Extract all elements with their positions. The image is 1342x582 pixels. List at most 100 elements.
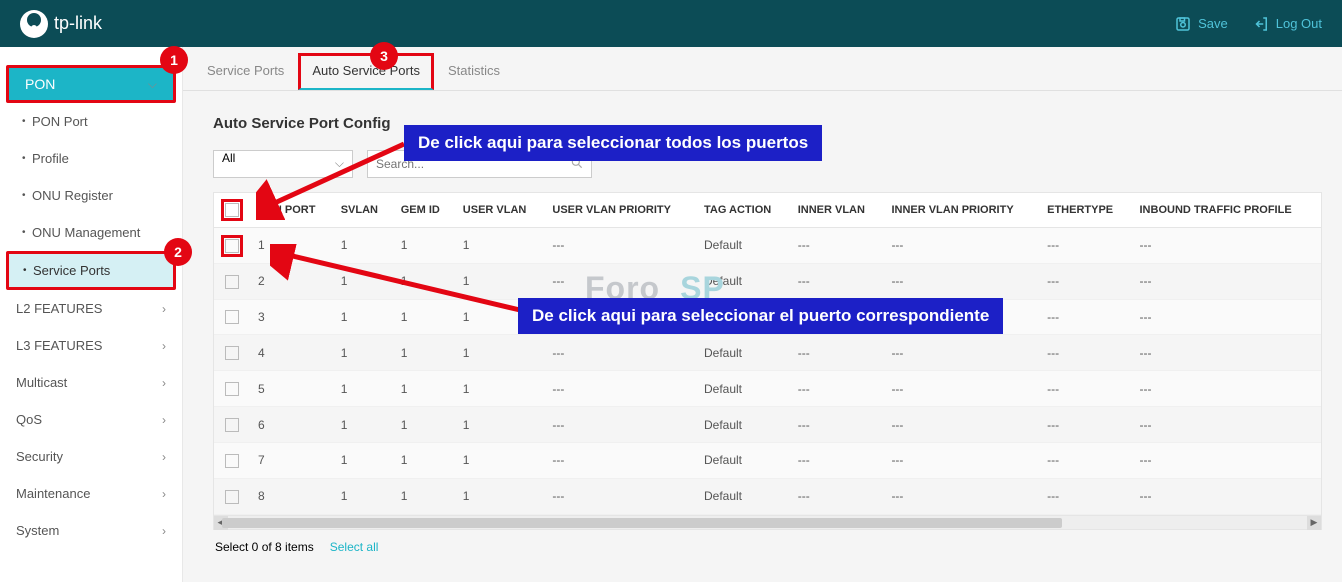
cell-ivp: ---	[883, 478, 1039, 514]
sidebar-item-pon-port[interactable]: PON Port	[6, 103, 176, 140]
sidebar-cat-maintenance[interactable]: Maintenance›	[0, 475, 182, 512]
sidebar: PON ⌵ PON PortProfileONU RegisterONU Man…	[0, 47, 183, 582]
cell-tag: Default	[696, 228, 790, 264]
chevron-right-icon: ›	[162, 339, 166, 353]
cell-uvp: ---	[544, 442, 696, 478]
cell-itp: ---	[1132, 442, 1322, 478]
tp-link-icon	[20, 10, 48, 38]
cell-tag: Default	[696, 335, 790, 371]
save-button[interactable]: Save	[1174, 15, 1228, 33]
row-checkbox[interactable]	[225, 239, 239, 253]
sidebar-cat-l2-features[interactable]: L2 FEATURES›	[0, 290, 182, 327]
sidebar-head-pon[interactable]: PON ⌵	[6, 65, 176, 103]
sidebar-cat-system[interactable]: System›	[0, 512, 182, 549]
cell-pon: 8	[250, 478, 333, 514]
sidebar-item-onu-register[interactable]: ONU Register	[6, 177, 176, 214]
chevron-down-icon: ⌵	[148, 77, 157, 92]
sidebar-item-profile[interactable]: Profile	[6, 140, 176, 177]
cell-itp: ---	[1132, 228, 1322, 264]
logout-button[interactable]: Log Out	[1252, 15, 1322, 33]
row-checkbox[interactable]	[225, 490, 239, 504]
annotation-badge-3: 3	[370, 42, 398, 70]
cell-pon: 6	[250, 407, 333, 443]
sidebar-cat-qos[interactable]: QoS›	[0, 401, 182, 438]
col-header[interactable]: INNER VLAN PRIORITY	[883, 193, 1039, 228]
select-all-link[interactable]: Select all	[330, 540, 379, 554]
row-checkbox[interactable]	[225, 346, 239, 360]
sidebar-cat-l3-features[interactable]: L3 FEATURES›	[0, 327, 182, 364]
cell-svlan: 1	[333, 478, 393, 514]
cell-ivlan: ---	[790, 478, 884, 514]
cell-tag: Default	[696, 263, 790, 299]
cell-uvlan: 1	[455, 442, 545, 478]
cell-ivlan: ---	[790, 407, 884, 443]
cell-eth: ---	[1039, 228, 1131, 264]
cell-eth: ---	[1039, 335, 1131, 371]
cell-uvlan: 1	[455, 478, 545, 514]
chevron-right-icon: ›	[162, 302, 166, 316]
cell-itp: ---	[1132, 299, 1322, 335]
cell-ivp: ---	[883, 442, 1039, 478]
annotation-badge-2: 2	[164, 238, 192, 266]
cell-eth: ---	[1039, 263, 1131, 299]
cell-eth: ---	[1039, 442, 1131, 478]
cell-tag: Default	[696, 442, 790, 478]
tab-service-ports[interactable]: Service Ports	[193, 53, 298, 90]
tab-auto-service-ports[interactable]: Auto Service Ports	[298, 53, 434, 90]
header-actions: Save Log Out	[1174, 15, 1322, 33]
sidebar-cat-security[interactable]: Security›	[0, 438, 182, 475]
cell-tag: Default	[696, 371, 790, 407]
col-header[interactable]: USER VLAN PRIORITY	[544, 193, 696, 228]
scroll-thumb[interactable]	[222, 518, 1062, 528]
row-checkbox[interactable]	[225, 454, 239, 468]
table-row: 7111---Default------------	[214, 442, 1321, 478]
cell-gem: 1	[393, 371, 455, 407]
table-footer: Select 0 of 8 items Select all	[213, 530, 1322, 564]
row-checkbox[interactable]	[225, 418, 239, 432]
cell-uvlan: 1	[455, 335, 545, 371]
row-checkbox[interactable]	[225, 382, 239, 396]
cell-ivp: ---	[883, 371, 1039, 407]
annotation-tooltip-2: De click aqui para seleccionar el puerto…	[518, 298, 1003, 334]
cell-ivlan: ---	[790, 371, 884, 407]
sidebar-cat-multicast[interactable]: Multicast›	[0, 364, 182, 401]
select-all-checkbox[interactable]	[225, 203, 239, 217]
cell-eth: ---	[1039, 478, 1131, 514]
cell-gem: 1	[393, 478, 455, 514]
col-header[interactable]: ETHERTYPE	[1039, 193, 1131, 228]
annotation-arrow-1	[256, 140, 416, 220]
cell-eth: ---	[1039, 371, 1131, 407]
col-header[interactable]: USER VLAN	[455, 193, 545, 228]
scroll-right-icon[interactable]: ▶	[1307, 516, 1321, 530]
col-header[interactable]: INNER VLAN	[790, 193, 884, 228]
cell-itp: ---	[1132, 335, 1322, 371]
cell-uvp: ---	[544, 335, 696, 371]
cell-svlan: 1	[333, 407, 393, 443]
cell-gem: 1	[393, 335, 455, 371]
row-checkbox[interactable]	[225, 310, 239, 324]
col-header[interactable]: INBOUND TRAFFIC PROFILE	[1132, 193, 1322, 228]
chevron-right-icon: ›	[162, 524, 166, 538]
table-row: 5111---Default------------	[214, 371, 1321, 407]
cell-ivlan: ---	[790, 263, 884, 299]
sidebar-item-service-ports[interactable]: Service Ports	[6, 251, 176, 290]
cell-itp: ---	[1132, 371, 1322, 407]
sidebar-head-label: PON	[25, 76, 55, 92]
cell-uvp: ---	[544, 478, 696, 514]
table-row: 8111---Default------------	[214, 478, 1321, 514]
sidebar-item-onu-management[interactable]: ONU Management	[6, 214, 176, 251]
col-header[interactable]: TAG ACTION	[696, 193, 790, 228]
row-checkbox[interactable]	[225, 275, 239, 289]
cell-uvp: ---	[544, 228, 696, 264]
chevron-right-icon: ›	[162, 487, 166, 501]
app-header: tp-link Save Log Out	[0, 0, 1342, 47]
horizontal-scrollbar[interactable]: ◀ ▶	[213, 516, 1322, 530]
cell-ivlan: ---	[790, 442, 884, 478]
cell-uvlan: 1	[455, 407, 545, 443]
logout-label: Log Out	[1276, 16, 1322, 31]
cell-eth: ---	[1039, 407, 1131, 443]
cell-ivp: ---	[883, 228, 1039, 264]
tab-statistics[interactable]: Statistics	[434, 53, 514, 90]
brand-text: tp-link	[54, 13, 102, 34]
cell-ivp: ---	[883, 263, 1039, 299]
